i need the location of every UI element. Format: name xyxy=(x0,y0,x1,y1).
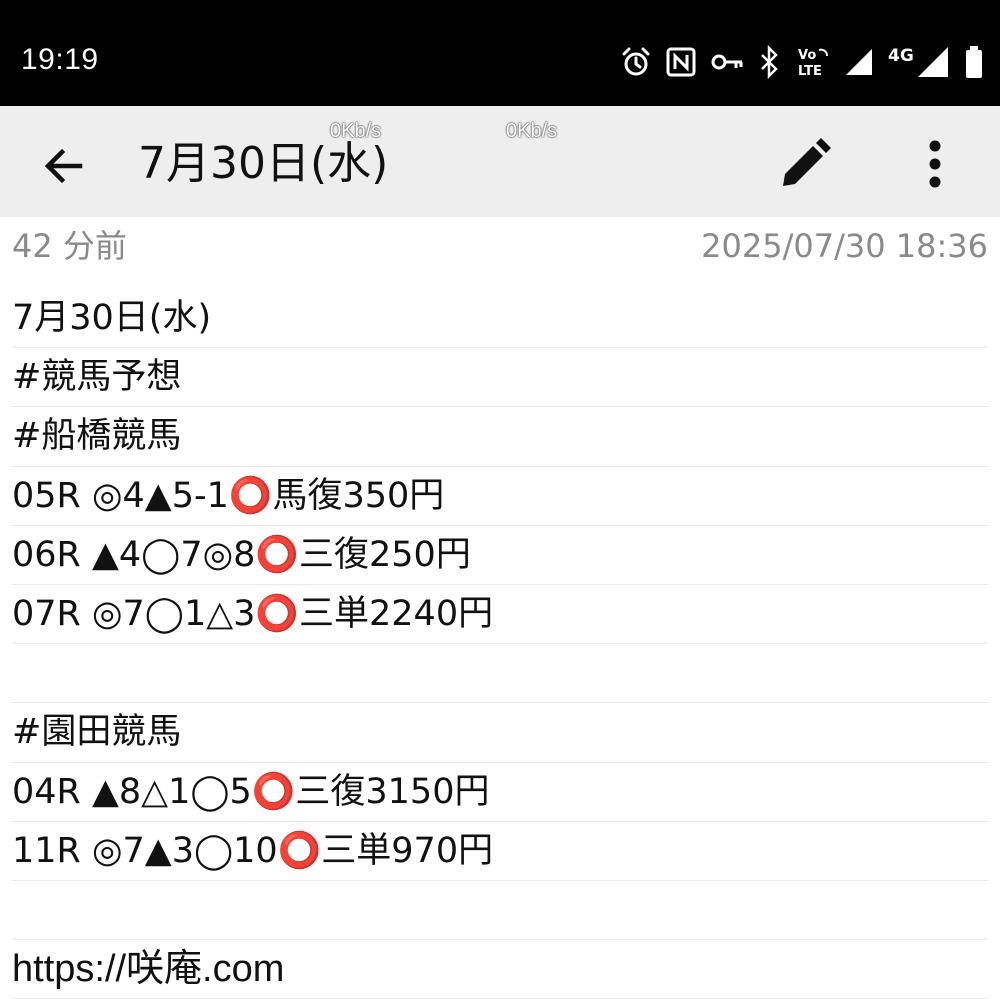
edit-button[interactable] xyxy=(775,134,835,194)
note-line: #園田競馬 xyxy=(12,703,988,763)
note-link[interactable]: https://咲庵.com xyxy=(12,940,988,999)
note-line: #競馬予想 xyxy=(12,348,988,408)
note-line-blank xyxy=(12,644,988,704)
signal-icon xyxy=(844,47,874,77)
net-speed-left: 0Kb/s xyxy=(330,120,382,142)
nfc-icon xyxy=(666,47,696,77)
relative-time: 42 分前 xyxy=(12,227,127,265)
note-line: 11R ◎7▲3◯10⭕三単970円 xyxy=(12,822,988,881)
note-line: 06R ▲4◯7◎8⭕三復250円 xyxy=(12,526,988,585)
svg-text:LTE: LTE xyxy=(798,64,822,78)
status-icons: Vo LTE 4G xyxy=(620,40,984,84)
note-line: #船橋競馬 xyxy=(12,407,988,467)
back-button[interactable] xyxy=(34,136,94,196)
app-bar: 7月30日(水) xyxy=(0,106,1000,217)
note-meta: 42 分前 2025/07/30 18:36 xyxy=(12,222,988,270)
note-body[interactable]: 7月30日(水) #競馬予想 #船橋競馬 05R ◎4▲5-1⭕馬復350円 0… xyxy=(12,289,988,999)
timestamp: 2025/07/30 18:36 xyxy=(701,227,988,265)
status-bar: 19:19 Vo LTE 4G xyxy=(0,0,1000,106)
svg-text:Vo: Vo xyxy=(798,48,816,63)
arrow-back-icon xyxy=(44,148,83,184)
note-line-blank xyxy=(12,881,988,941)
note-line: 07R ◎7◯1△3⭕三単2240円 xyxy=(12,585,988,645)
more-vert-icon xyxy=(929,140,941,188)
pencil-icon xyxy=(783,138,831,186)
bluetooth-icon xyxy=(758,45,782,79)
page-title: 7月30日(水) xyxy=(138,138,389,189)
svg-text:4G: 4G xyxy=(888,46,914,66)
note-line: 04R ▲8△1◯5⭕三復3150円 xyxy=(12,763,988,822)
4g-signal-icon: 4G xyxy=(888,45,950,79)
status-time: 19:19 xyxy=(21,43,99,76)
vpn-key-icon xyxy=(710,50,744,74)
more-options-button[interactable] xyxy=(905,134,965,194)
note-line: 7月30日(水) xyxy=(12,289,988,349)
alarm-icon xyxy=(620,46,652,78)
battery-icon xyxy=(964,45,984,79)
note-line: 05R ◎4▲5-1⭕馬復350円 xyxy=(12,467,988,526)
net-speed-right: 0Kb/s xyxy=(506,120,558,142)
volte-icon: Vo LTE xyxy=(796,46,830,78)
